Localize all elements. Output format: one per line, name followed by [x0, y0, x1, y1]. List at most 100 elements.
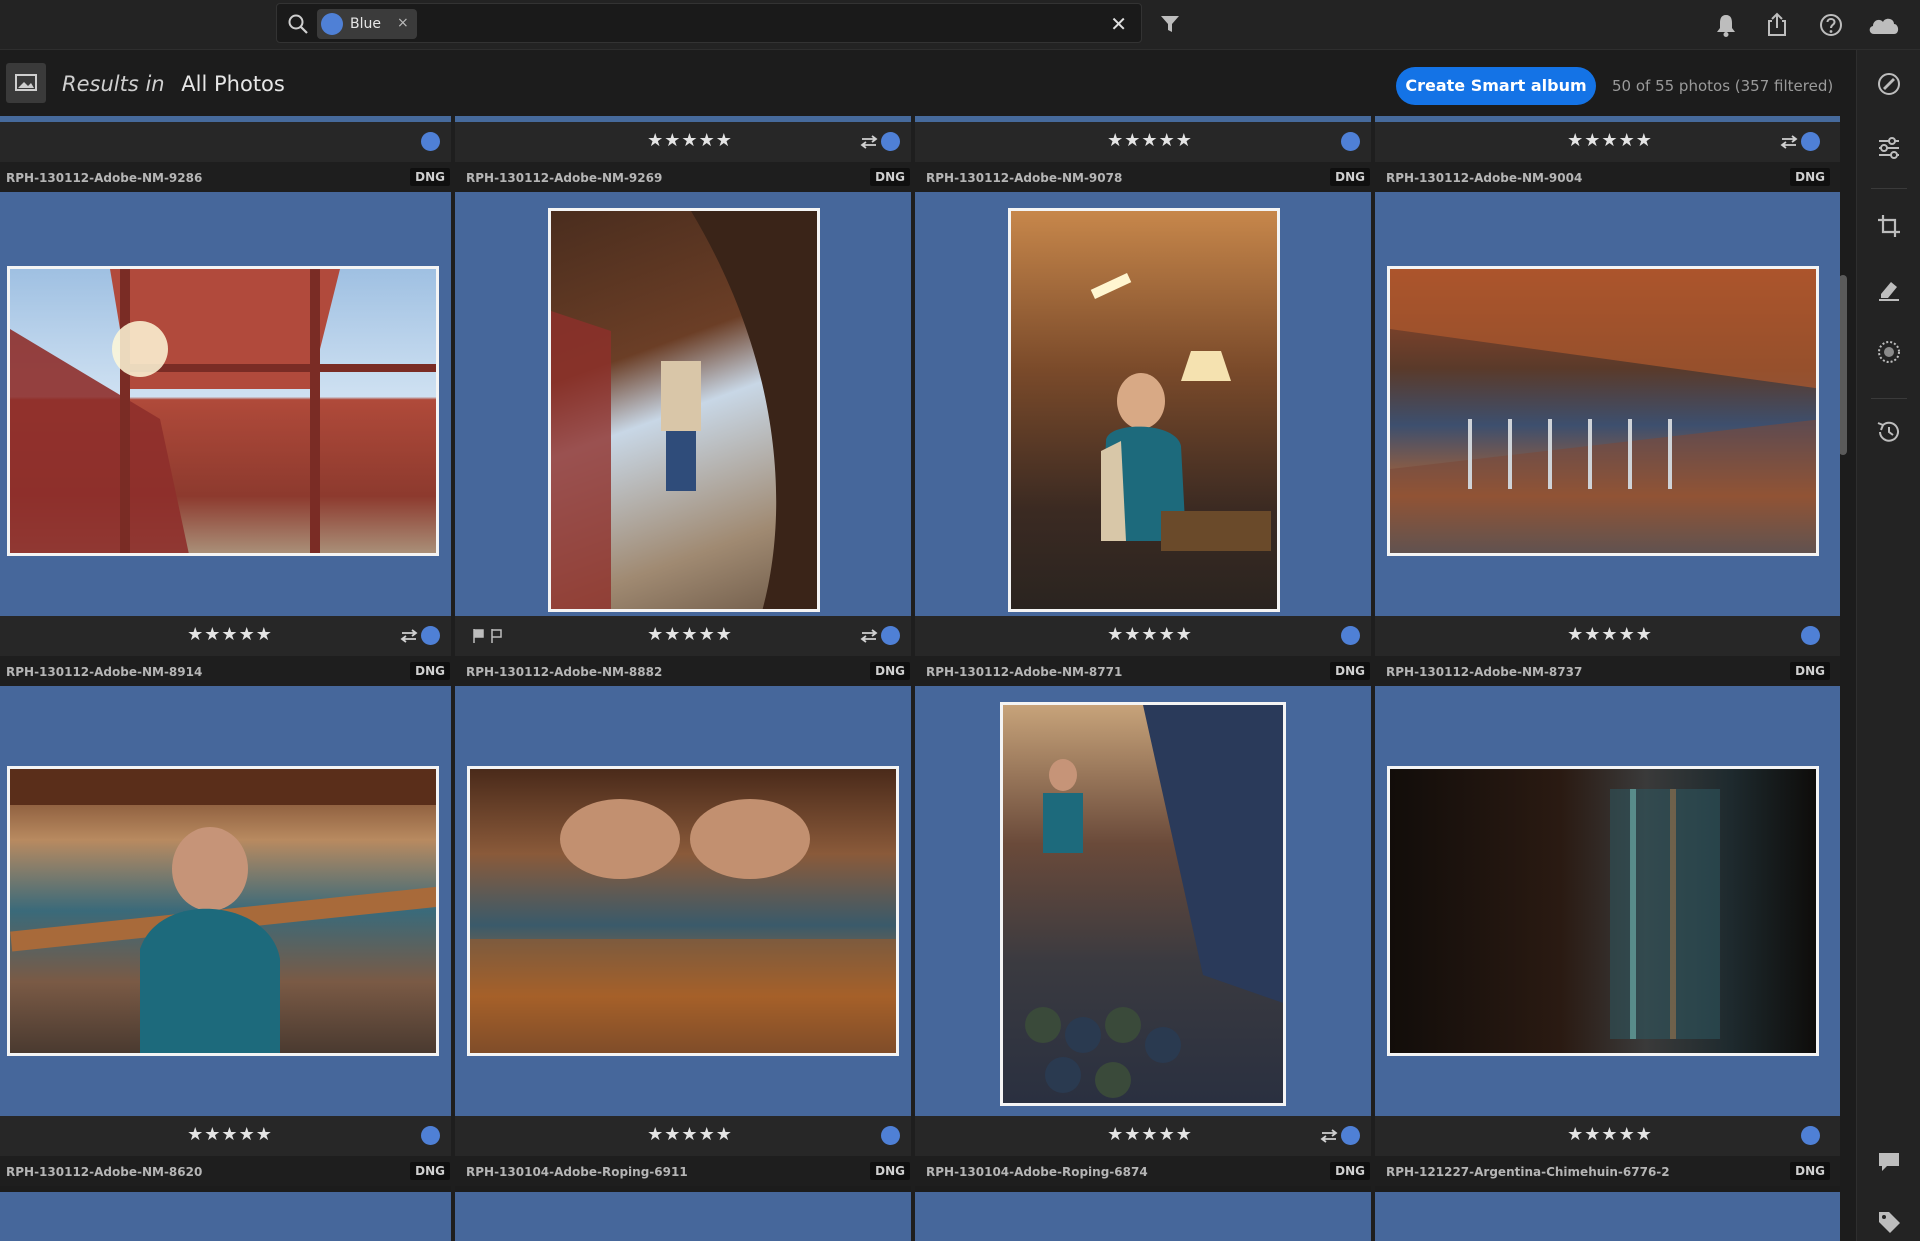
photo-filename: RPH-130112-Adobe-NM-8914 [6, 665, 203, 679]
photo-tile-meta: ★★★★★ RPH-130112-Adobe-NM-8882 DNG [460, 616, 920, 692]
tile-info: RPH-130104-Adobe-Roping-6874 DNG [920, 1156, 1380, 1186]
file-type-badge: DNG [1330, 168, 1370, 186]
tile-info: RPH-130112-Adobe-NM-8620 DNG [0, 1156, 460, 1186]
filter-chip-blue[interactable]: Blue × [317, 9, 417, 39]
photo-thumbnail[interactable] [1387, 766, 1819, 1056]
photo-tile-meta: ★★★★★ RPH-130104-Adobe-Roping-6911 DNG [460, 1116, 920, 1192]
results-title: Results in All Photos [62, 72, 285, 96]
photo-cell[interactable] [0, 192, 460, 616]
tag-icon[interactable] [1875, 1208, 1903, 1236]
photo-grid: RPH-130112-Adobe-NM-9286 DNG ★★★★★ RPH-1… [0, 116, 1840, 1241]
photo-view-icon[interactable] [6, 63, 46, 103]
cloud-icon[interactable] [1866, 11, 1902, 39]
search-box[interactable]: Blue × ✕ [276, 3, 1142, 43]
top-toolbar: Blue × ✕ [0, 0, 1920, 50]
album-name[interactable]: All Photos [181, 72, 285, 96]
photo-thumbnail[interactable] [1387, 266, 1819, 556]
photo-thumbnail[interactable] [548, 208, 820, 612]
star-rating[interactable]: ★★★★★ [1380, 130, 1840, 151]
star-rating[interactable]: ★★★★★ [920, 1124, 1380, 1145]
file-type-badge: DNG [1330, 662, 1370, 680]
column-divider [911, 116, 915, 1241]
photo-tile[interactable]: ★★★★★ RPH-130112-Adobe-NM-9004 DNG [1380, 116, 1840, 192]
column-divider [1371, 116, 1375, 1241]
adjustments-icon [400, 629, 418, 643]
photo-thumbnail[interactable] [7, 266, 439, 556]
photo-art [1390, 269, 1816, 553]
crop-icon[interactable] [1875, 212, 1903, 240]
tile-info: RPH-130112-Adobe-NM-9078 DNG [920, 162, 1380, 192]
file-type-badge: DNG [1790, 662, 1830, 680]
photo-tile[interactable]: RPH-130112-Adobe-NM-9286 DNG [0, 116, 460, 192]
photo-thumbnail[interactable] [1000, 702, 1286, 1106]
photo-tile-meta: ★★★★★ RPH-130104-Adobe-Roping-6874 DNG [920, 1116, 1380, 1192]
blue-label-dot [1341, 1126, 1360, 1145]
file-type-badge: DNG [1330, 1162, 1370, 1180]
tile-toolbar: ★★★★★ [920, 1116, 1380, 1156]
tile-toolbar: ★★★★★ [1380, 616, 1840, 656]
star-rating[interactable]: ★★★★★ [920, 624, 1380, 645]
photo-filename: RPH-121227-Argentina-Chimehuin-6776-2 [1386, 1165, 1670, 1179]
photo-cell[interactable] [1380, 192, 1840, 616]
photo-thumbnail[interactable] [7, 766, 439, 1056]
healing-icon[interactable] [1875, 276, 1903, 304]
star-rating[interactable]: ★★★★★ [920, 130, 1380, 151]
sliders-icon[interactable] [1875, 134, 1903, 162]
photo-filename: RPH-130112-Adobe-NM-8737 [1386, 665, 1583, 679]
file-type-badge: DNG [870, 662, 910, 680]
photo-thumbnail[interactable] [1008, 208, 1280, 612]
photo-cell[interactable] [0, 1192, 460, 1241]
blue-label-dot [1801, 626, 1820, 645]
star-rating[interactable]: ★★★★★ [0, 1124, 460, 1145]
photo-cell[interactable] [0, 686, 460, 1116]
blue-label-dot [1801, 132, 1820, 151]
photo-cell[interactable] [1380, 686, 1840, 1116]
share-icon[interactable] [1763, 11, 1791, 39]
tile-toolbar: ★★★★★ [920, 122, 1380, 162]
chip-remove-icon[interactable]: × [397, 15, 409, 31]
comment-icon[interactable] [1875, 1148, 1903, 1176]
blue-label-dot [421, 132, 440, 151]
star-rating[interactable]: ★★★★★ [460, 624, 920, 645]
photo-tile[interactable]: ★★★★★ RPH-130112-Adobe-NM-9078 DNG [920, 116, 1380, 192]
photo-cell[interactable] [1380, 1192, 1840, 1241]
adjustments-icon [860, 629, 878, 643]
star-rating[interactable]: ★★★★★ [460, 130, 920, 151]
adjustments-icon [1320, 1129, 1338, 1143]
file-type-badge: DNG [1790, 168, 1830, 186]
scrollbar-thumb[interactable] [1839, 275, 1847, 455]
photo-tile-meta: ★★★★★ RPH-121227-Argentina-Chimehuin-677… [1380, 1116, 1840, 1192]
filter-icon[interactable] [1159, 13, 1181, 35]
tile-toolbar: ★★★★★ [0, 616, 460, 656]
help-icon[interactable] [1817, 11, 1845, 39]
history-icon[interactable] [1875, 418, 1903, 446]
photo-cell[interactable] [920, 1192, 1380, 1241]
panel-divider [1871, 398, 1907, 399]
photo-cell[interactable] [460, 192, 920, 616]
tile-toolbar: ★★★★★ [1380, 1116, 1840, 1156]
photo-cell[interactable] [920, 686, 1380, 1116]
photo-cell[interactable] [460, 1192, 920, 1241]
edit-icon[interactable] [1875, 70, 1903, 98]
create-smart-album-button[interactable]: Create Smart album [1396, 67, 1596, 105]
star-rating[interactable]: ★★★★★ [1380, 624, 1840, 645]
file-type-badge: DNG [1790, 1162, 1830, 1180]
star-rating[interactable]: ★★★★★ [0, 624, 460, 645]
star-rating[interactable]: ★★★★★ [1380, 1124, 1840, 1145]
photo-filename: RPH-130112-Adobe-NM-9004 [1386, 171, 1583, 185]
bell-icon[interactable] [1712, 11, 1740, 39]
tile-toolbar: ★★★★★ [460, 616, 920, 656]
blue-label-dot [881, 132, 900, 151]
mask-icon[interactable] [1875, 338, 1903, 366]
blue-color-label-icon [321, 13, 343, 35]
photo-cell[interactable] [920, 192, 1380, 616]
clear-search-icon[interactable]: ✕ [1110, 12, 1127, 36]
photo-art [551, 211, 817, 609]
photo-thumbnail[interactable] [467, 766, 899, 1056]
blue-label-dot [421, 1126, 440, 1145]
search-icon[interactable] [287, 13, 309, 35]
star-rating[interactable]: ★★★★★ [460, 1124, 920, 1145]
photo-filename: RPH-130112-Adobe-NM-8620 [6, 1165, 203, 1179]
photo-cell[interactable] [460, 686, 920, 1116]
photo-tile[interactable]: ★★★★★ RPH-130112-Adobe-NM-9269 DNG [460, 116, 920, 192]
